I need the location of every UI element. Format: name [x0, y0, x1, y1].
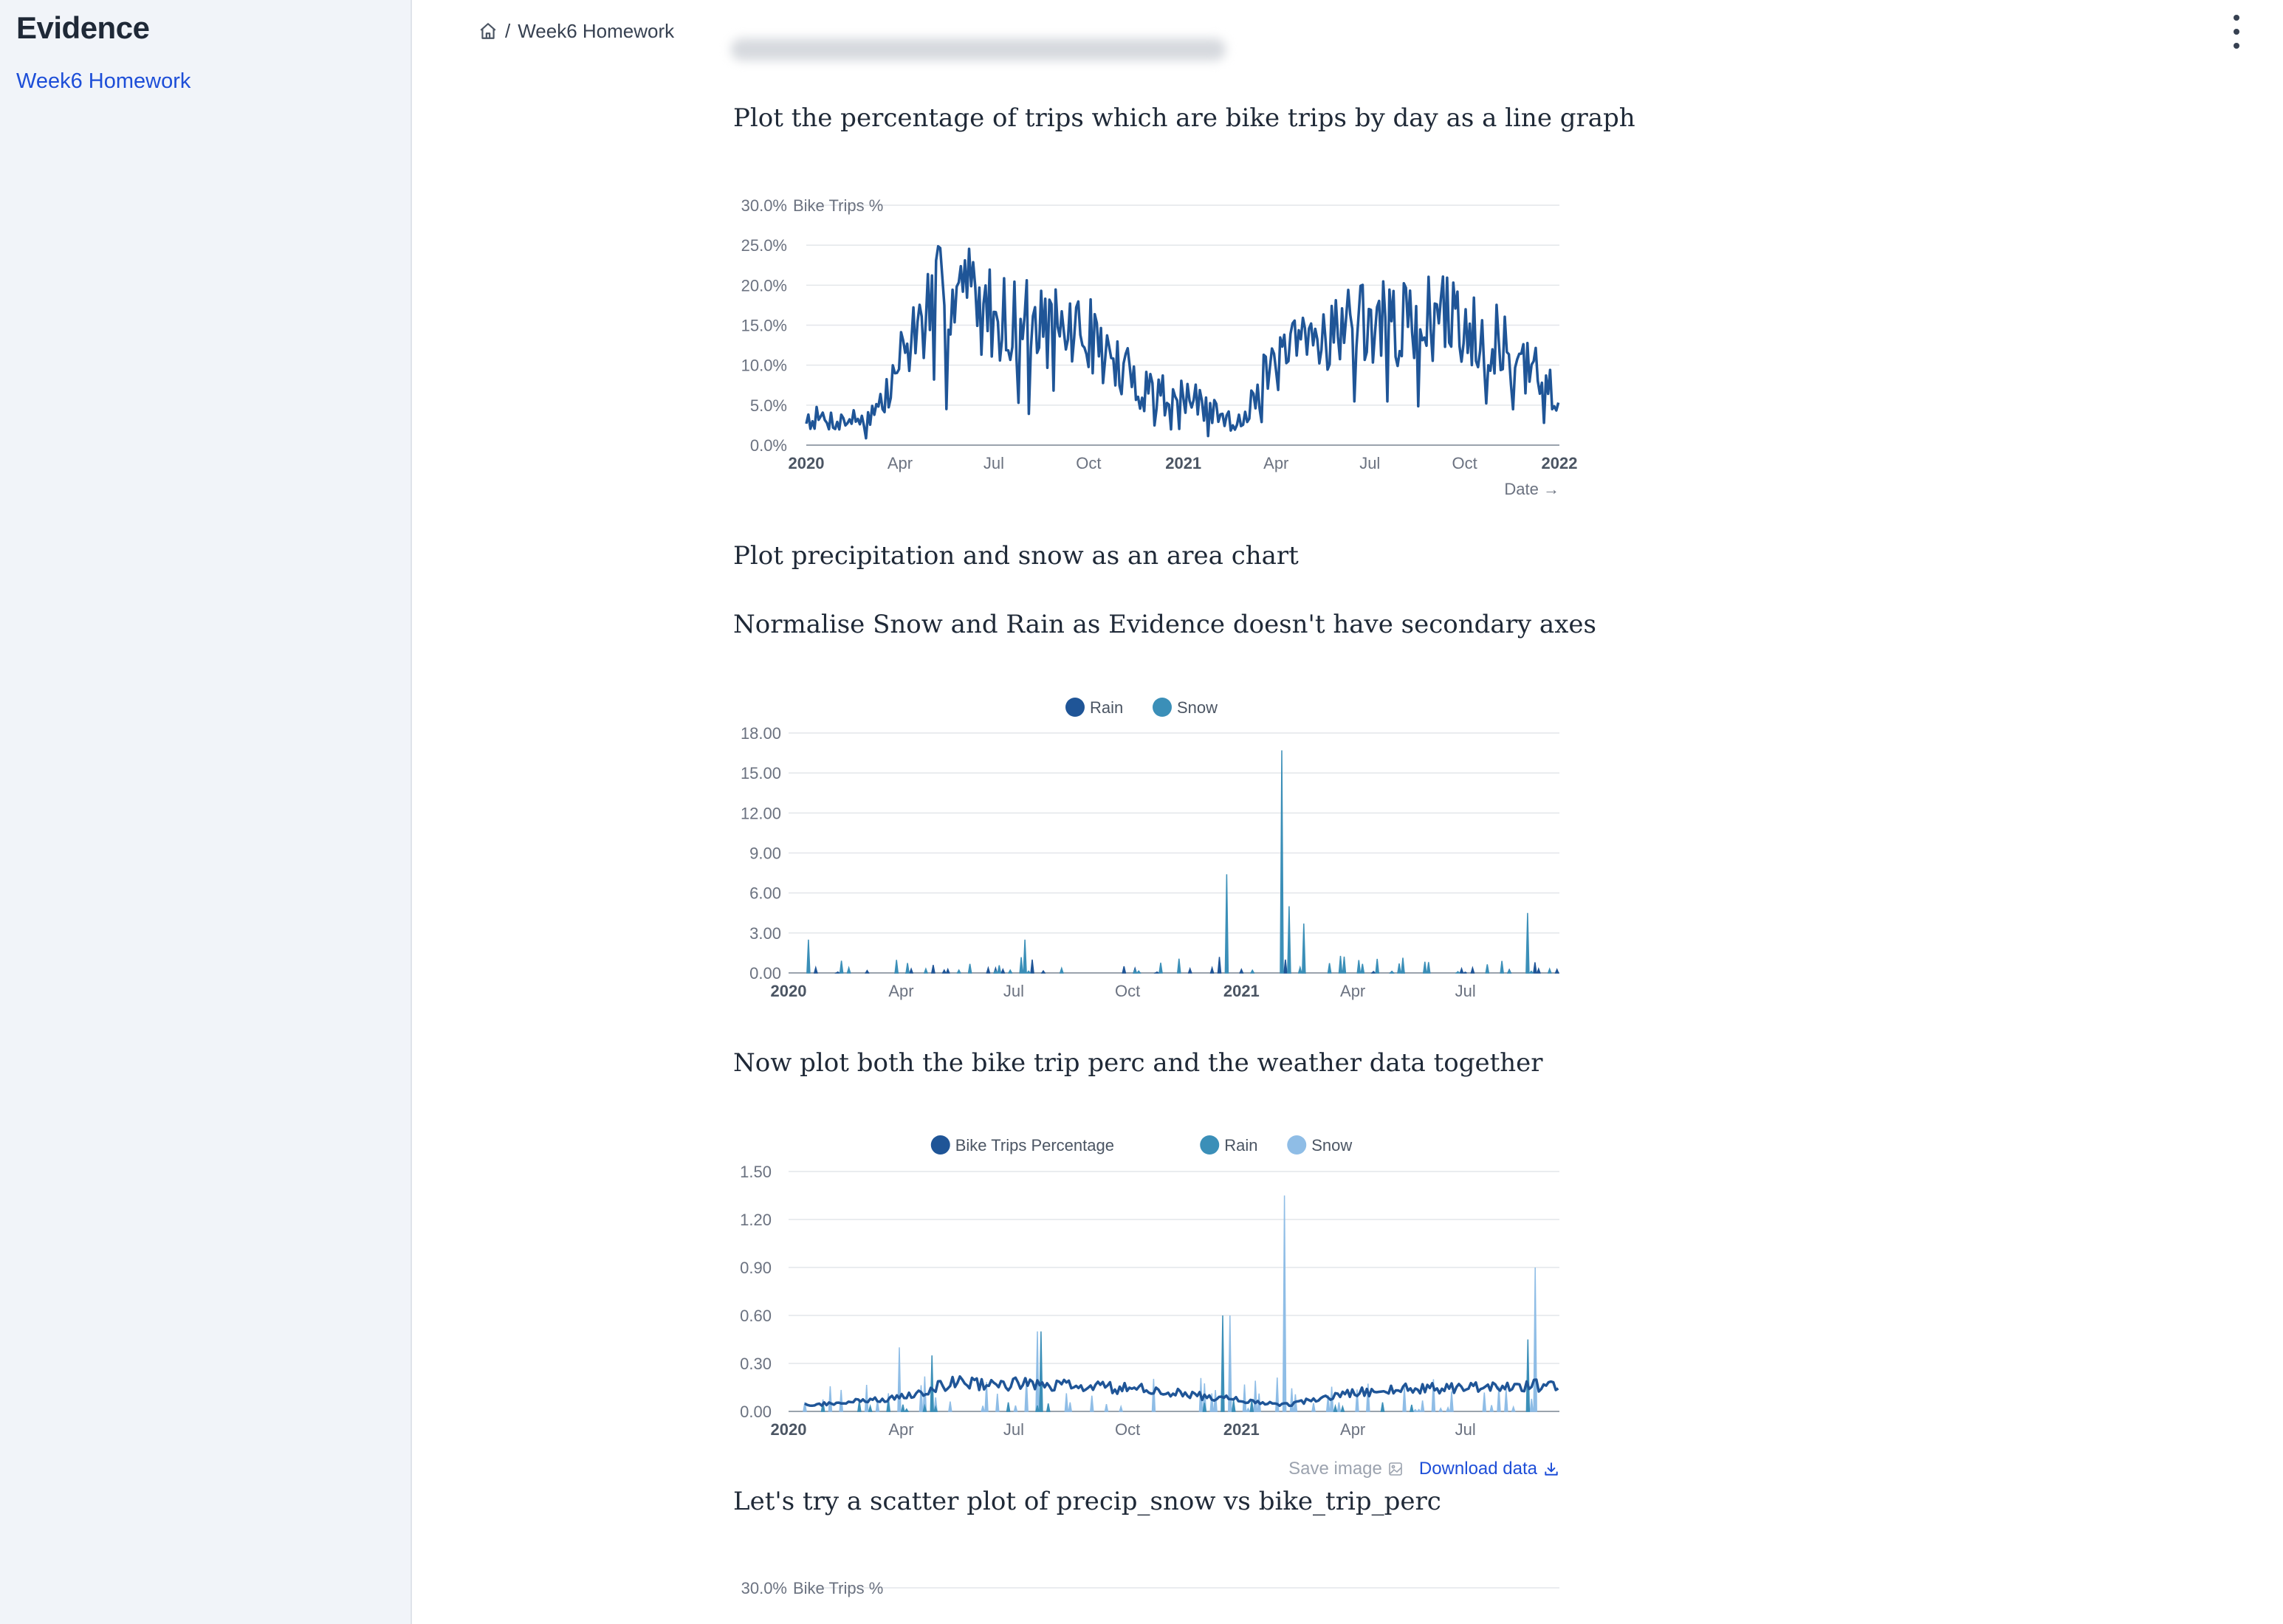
download-data-button[interactable]: Download data: [1419, 1459, 1559, 1479]
chart3-x-tick-label: 2020: [771, 1420, 807, 1439]
chart2-series-area-snow: [806, 750, 1552, 974]
chart2-x-tick-label: Oct: [1115, 982, 1140, 1000]
chart2-x-tick-label: Jul: [1455, 982, 1476, 1000]
chart2-x-tick-label: Apr: [888, 982, 913, 1000]
chart2-legend-label: Snow: [1177, 698, 1218, 717]
chart3-y-tick-label: 1.20: [740, 1211, 772, 1229]
chart2-x-tick-label: 2021: [1223, 982, 1260, 1000]
chart1-series-line-bike-trips: [805, 244, 1560, 440]
chart1-x-tick-label: Jul: [1359, 454, 1380, 472]
chart2-legend-label: Rain: [1090, 698, 1123, 717]
save-image-button[interactable]: Save image: [1288, 1459, 1403, 1479]
chart1-y-tick-label: 25.0%: [741, 236, 787, 255]
chart3-legend-marker: [1287, 1135, 1307, 1155]
chart2-y-tick-label: 9.00: [749, 844, 781, 863]
chart1-y-axis-title: Bike Trips %: [793, 196, 883, 215]
chart2-y-tick-label: 6.00: [749, 884, 781, 903]
chart3-x-tick-label: Oct: [1115, 1420, 1140, 1439]
chart1-x-tick-label: Jul: [983, 454, 1004, 472]
chart1-x-tick-label: Oct: [1076, 454, 1101, 472]
download-data-label: Download data: [1418, 1459, 1537, 1479]
chart1-x-tick-label: Oct: [1452, 454, 1477, 472]
chart3-legend-label: Snow: [1311, 1136, 1352, 1155]
chart2-x-tick-label: Jul: [1003, 982, 1024, 1000]
chart-toolbar: Save image Download data: [1288, 1459, 1559, 1479]
image-icon: [1389, 1462, 1402, 1476]
charts-canvas: 0.0% 5.0% 10.0% 15.0% 20.0% 25.0% 30.0% Bike Tr…: [740, 196, 1578, 1597]
chart3-legend-marker: [930, 1135, 950, 1155]
chart3-x-tick-label: Apr: [1340, 1420, 1365, 1439]
chart3-series-area-snow: [803, 1195, 1537, 1412]
chart3-x-tick-label: 2021: [1223, 1420, 1260, 1439]
chart3-y-tick-label: 0.00: [740, 1403, 772, 1421]
chart3-x-tick-label: Apr: [888, 1420, 913, 1439]
chart1-x-tick-label: 2021: [1165, 454, 1201, 472]
chart1-y-tick-label: 30.0%: [741, 196, 787, 215]
chart3-x-tick-label: Jul: [1455, 1420, 1476, 1439]
chart2-legend-marker: [1153, 698, 1172, 717]
chart2-x-tick-label: 2020: [771, 982, 807, 1000]
chart2-y-tick-label: 3.00: [749, 924, 781, 943]
chart3-y-tick-label: 0.30: [740, 1355, 772, 1373]
chart3-y-tick-label: 0.60: [740, 1307, 772, 1325]
chart2-y-tick-label: 12.00: [741, 804, 781, 822]
chart1-x-tick-label: 2022: [1542, 454, 1578, 472]
chart1-y-tick-label: 5.0%: [750, 396, 787, 415]
save-image-label: Save image: [1288, 1459, 1382, 1479]
chart2-y-tick-label: 18.00: [741, 724, 781, 743]
chart2-y-tick-label: 0.00: [749, 964, 781, 983]
chart1-y-tick-label: 20.0%: [741, 276, 787, 295]
chart3-y-tick-label: 0.90: [740, 1259, 772, 1277]
chart2-y-tick-label: 15.00: [741, 764, 781, 782]
chart1-x-tick-label: Apr: [888, 454, 913, 472]
chart2-legend-marker: [1065, 698, 1085, 717]
chart3-x-tick-label: Jul: [1003, 1420, 1024, 1439]
chart1-y-tick-label: 0.0%: [750, 436, 787, 455]
chart4-y-tick-label: 30.0%: [741, 1579, 787, 1597]
chart2-x-tick-label: Apr: [1340, 982, 1365, 1000]
chart1-x-tick-label: 2020: [789, 454, 825, 472]
chart4-y-axis-title: Bike Trips %: [793, 1579, 883, 1597]
chart3-series-line-bike-trips: [804, 1374, 1559, 1408]
chart3-legend-marker: [1200, 1135, 1220, 1155]
chart1-y-tick-label: 10.0%: [741, 357, 787, 375]
download-icon: [1545, 1462, 1558, 1476]
chart1-y-tick-label: 15.0%: [741, 317, 787, 335]
chart3-legend-label: Bike Trips Percentage: [955, 1136, 1114, 1155]
chart3-legend-label: Rain: [1224, 1136, 1257, 1155]
chart1-x-tick-label: Apr: [1263, 454, 1288, 472]
chart1-x-axis-title: Date →: [1504, 480, 1559, 498]
chart3-y-tick-label: 1.50: [740, 1163, 772, 1181]
